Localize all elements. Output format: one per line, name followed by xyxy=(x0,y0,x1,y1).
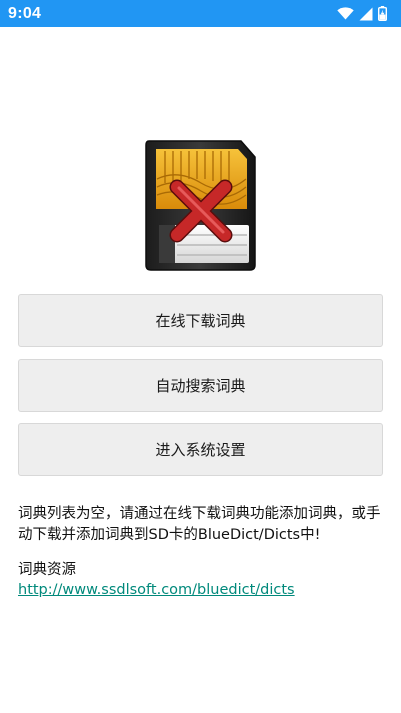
battery-icon xyxy=(378,6,387,21)
status-icons xyxy=(337,6,387,21)
auto-search-button[interactable]: 自动搜索词典 xyxy=(18,359,383,412)
download-online-button[interactable]: 在线下载词典 xyxy=(18,294,383,347)
wifi-icon xyxy=(337,7,354,20)
empty-list-message: 词典列表为空，请通过在线下载词典功能添加词典，或手动下载并添加词典到SD卡的Bl… xyxy=(18,506,381,543)
status-bar: 9:04 xyxy=(0,0,401,27)
signal-icon xyxy=(359,7,373,20)
status-time: 9:04 xyxy=(8,4,42,22)
resources-title: 词典资源 xyxy=(18,562,76,578)
system-settings-button[interactable]: 进入系统设置 xyxy=(18,423,383,476)
resources-link[interactable]: http://www.ssdlsoft.com/bluedict/dicts xyxy=(18,580,295,601)
sd-card-error-icon xyxy=(145,140,256,271)
